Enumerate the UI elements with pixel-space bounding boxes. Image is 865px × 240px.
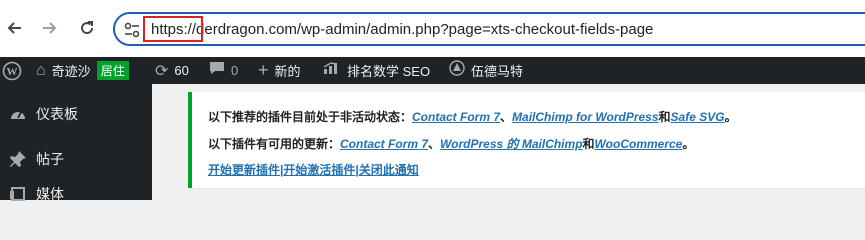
url-path: derdragon.com/wp-admin/admin.php?page=xt… [196,21,654,38]
menu-label-media: 媒体 [36,186,64,202]
notice-and: 和 [658,110,671,124]
begin-updating-plugins-link[interactable]: 开始更新插件 [208,163,280,177]
svg-text:W: W [7,66,18,78]
updates-icon: ⟳ [155,62,169,80]
menu-label-posts: 帖子 [36,151,64,167]
reload-icon[interactable] [75,16,99,40]
new-label: 新的 [274,64,301,79]
notice-and: 和 [582,137,595,151]
plugin-link-safe-svg[interactable]: Safe SVG [671,110,725,124]
update-link-contact-form-7[interactable]: Contact Form 7 [340,137,428,151]
admin-bar-seo[interactable]: 排名数学 SEO [323,57,430,84]
admin-bar-wordfence[interactable]: 伍德马特 [449,57,523,84]
dashboard-icon [0,105,36,123]
address-bar[interactable]: https://derdragon.com/wp-admin/admin.php… [113,12,865,46]
menu-item-posts[interactable]: 帖子 [0,141,152,177]
highlight-box [143,16,203,42]
update-link-mailchimp[interactable]: WordPress 的 MailChimp [440,137,582,151]
menu-label-dashboard: 仪表板 [36,106,78,122]
media-icon [0,185,36,203]
browser-toolbar: https://derdragon.com/wp-admin/admin.php… [0,0,865,57]
admin-bar-new[interactable]: + 新的 [258,57,301,84]
begin-activating-plugins-link[interactable]: 开始激活插件 [283,163,355,177]
menu-item-dashboard[interactable]: 仪表板 [0,96,152,132]
plugin-link-contact-form-7[interactable]: Contact Form 7 [412,110,500,124]
forward-icon[interactable] [37,16,61,40]
plus-icon: + [258,60,269,80]
plugin-link-mailchimp[interactable]: MailChimp for WordPress [512,110,658,124]
pin-icon [0,150,36,168]
admin-bar-site[interactable]: ⌂ 奇迹沙 居住 [36,57,129,84]
notice-separator: 、 [500,110,513,124]
notice-actions: 开始更新插件|开始激活插件|关闭此通知 [208,161,419,178]
live-badge: 居住 [96,61,129,80]
wp-admin-bar: W ⌂ 奇迹沙 居住 ⟳ 60 0 + 新的 排名数学 SEO 伍德马特 [0,57,865,84]
notice-inactive-line: 以下推荐的插件目前处于非活动状态：Contact Form 7、MailChim… [208,108,737,125]
notice-separator: 、 [428,137,441,151]
site-info-icon[interactable] [123,21,141,39]
comments-count: 0 [231,63,239,78]
home-icon: ⌂ [36,61,46,79]
admin-bar-comments[interactable]: 0 [209,57,238,84]
dismiss-notice-link[interactable]: 关闭此通知 [359,163,419,177]
updates-count: 60 [174,63,189,78]
admin-menu: 仪表板 帖子 媒体 [0,84,152,202]
chart-bars-icon [323,61,341,80]
notice-updates-line: 以下插件有可用的更新：Contact Form 7、WordPress 的 Ma… [208,135,694,152]
wordpress-logo-icon[interactable]: W [2,57,22,84]
menu-item-media[interactable]: 媒体 [0,176,152,212]
plugin-notice: 以下推荐的插件目前处于非活动状态：Contact Form 7、MailChim… [188,92,865,188]
update-link-woocommerce[interactable]: WooCommerce [595,137,683,151]
notice-text: 以下推荐的插件目前处于非活动状态： [208,110,413,124]
notice-text: 以下插件有可用的更新： [208,137,341,151]
admin-bar-updates[interactable]: ⟳ 60 [155,57,189,84]
seo-label: 排名数学 SEO [347,64,431,79]
wordfence-label: 伍德马特 [471,64,524,79]
back-icon[interactable] [3,16,27,40]
site-name: 奇迹沙 [51,64,91,79]
notice-period: 。 [724,110,737,124]
triangle-logo-icon [449,60,465,81]
comment-icon [209,61,225,80]
notice-period: 。 [682,137,695,151]
url-text[interactable]: https://derdragon.com/wp-admin/admin.php… [151,21,653,38]
